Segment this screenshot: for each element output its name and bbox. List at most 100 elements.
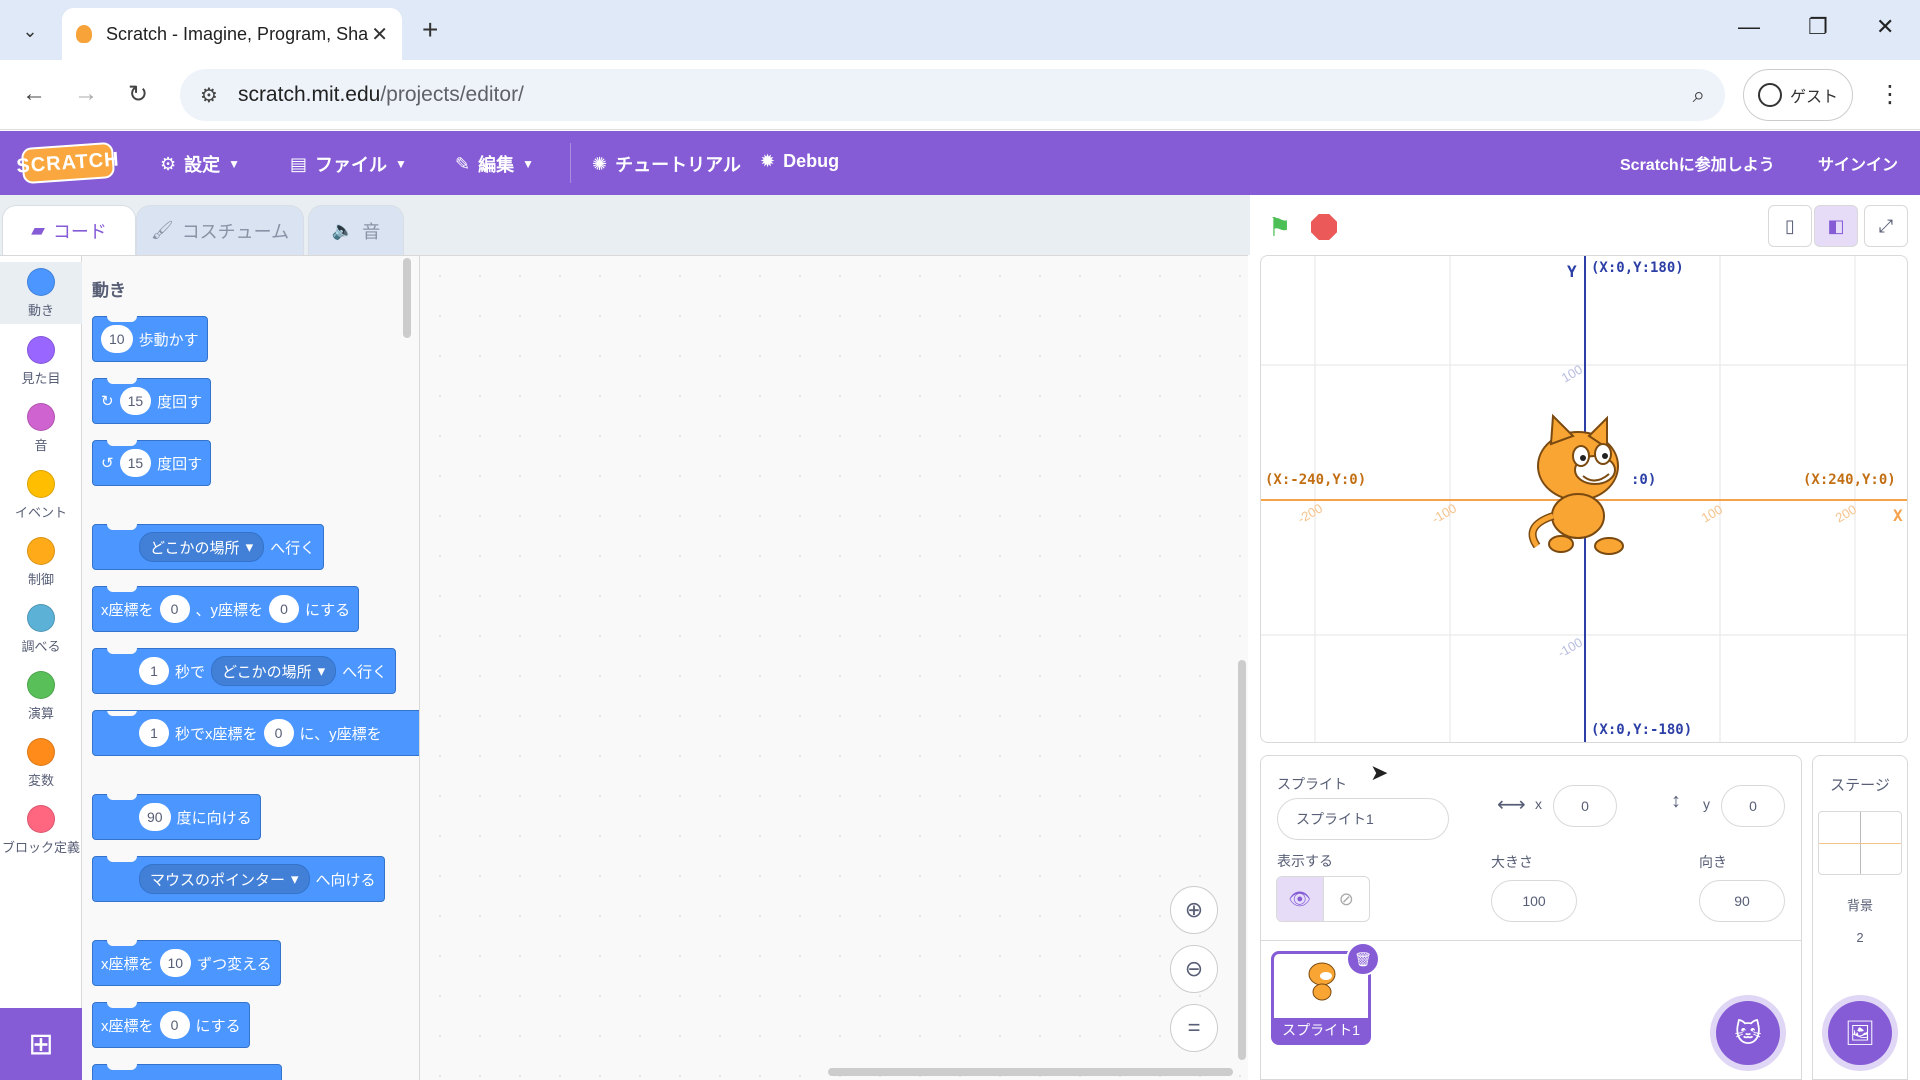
- new-tab-button[interactable]: +: [422, 14, 438, 46]
- zoom-in-icon[interactable]: ⊕: [1170, 886, 1218, 934]
- category-sound[interactable]: 音: [0, 397, 82, 454]
- x-field[interactable]: 0: [1553, 785, 1617, 827]
- zoom-icon[interactable]: ⌕: [1693, 82, 1705, 108]
- workspace-vertical-scrollbar[interactable]: [1238, 660, 1246, 1060]
- reset-zoom-icon[interactable]: =: [1170, 1004, 1218, 1052]
- glide-to-block[interactable]: 1 秒で どこかの場所 ▾ へ行く: [92, 648, 397, 694]
- point-towards-block[interactable]: マウスのポインター ▾ へ向ける: [92, 856, 385, 902]
- category-operators[interactable]: 演算: [0, 665, 82, 722]
- x-input[interactable]: 0: [263, 719, 294, 747]
- goto-block[interactable]: どこかの場所 ▾ へ行く: [92, 524, 325, 570]
- category-my-blocks[interactable]: ブロック定義: [0, 799, 82, 856]
- category-sensing[interactable]: 調べる: [0, 598, 82, 655]
- tutorials-button[interactable]: ✺ チュートリアル: [592, 151, 741, 177]
- stage-canvas[interactable]: Y (X:0,Y:180) (X:0,Y:-180) (X:-240,Y:0) …: [1260, 255, 1908, 743]
- green-flag-icon[interactable]: ⚑: [1268, 212, 1291, 243]
- goto-xy-block[interactable]: x座標を 0 、y座標を 0 にする: [92, 586, 360, 632]
- turn-right-block[interactable]: ↻ 15 度回す: [92, 378, 212, 424]
- x-change-input[interactable]: 10: [159, 949, 192, 977]
- y-field[interactable]: 0: [1721, 785, 1785, 827]
- palette-scrollbar[interactable]: [403, 258, 411, 338]
- close-window-icon[interactable]: ✕: [1876, 14, 1894, 40]
- hide-eye-icon[interactable]: ⊘: [1324, 877, 1370, 921]
- site-info-icon[interactable]: ⚙: [200, 83, 218, 108]
- degrees-input[interactable]: 15: [119, 449, 152, 477]
- sprite-name-field[interactable]: スプライト1: [1277, 798, 1449, 840]
- point-direction-block[interactable]: 90 度に向ける: [92, 794, 261, 840]
- direction-field[interactable]: 90: [1699, 880, 1785, 922]
- restore-icon[interactable]: ❐: [1808, 14, 1828, 40]
- change-x-block[interactable]: x座標を 10 ずつ変える: [92, 940, 281, 986]
- reload-icon[interactable]: ↻: [128, 80, 148, 109]
- category-events[interactable]: イベント: [0, 464, 82, 521]
- gear-icon: ⚙: [160, 153, 177, 174]
- y-label: y: [1703, 796, 1710, 812]
- steps-input[interactable]: 10: [101, 325, 133, 353]
- zoom-out-icon[interactable]: ⊖: [1170, 945, 1218, 993]
- next-block-partial[interactable]: [92, 1064, 282, 1080]
- browser-menu-icon[interactable]: ⋮: [1878, 80, 1902, 109]
- tab-sounds[interactable]: 🔈 音: [308, 205, 404, 255]
- tab-code[interactable]: ▰ コード: [2, 205, 136, 255]
- category-control[interactable]: 制御: [0, 531, 82, 588]
- add-sprite-button[interactable]: 🐱: [1716, 1001, 1780, 1065]
- browser-tab[interactable]: Scratch - Imagine, Program, Sha ✕: [62, 8, 402, 60]
- glide-target-dropdown[interactable]: どこかの場所 ▾: [211, 656, 337, 686]
- scratch-logo[interactable]: SCRATCH: [16, 141, 120, 185]
- category-looks[interactable]: 見た目: [0, 330, 82, 387]
- set-x-block[interactable]: x座標を 0 にする: [92, 1002, 250, 1048]
- tab-costumes[interactable]: 🖌 コスチューム: [136, 205, 304, 255]
- forward-icon[interactable]: →: [74, 80, 98, 108]
- debug-button[interactable]: ✹ Debug: [760, 151, 839, 172]
- direction-input[interactable]: 90: [139, 803, 171, 831]
- direction-label: 向き: [1699, 854, 1727, 870]
- motion-dot-icon: [27, 268, 55, 296]
- tab-search-button[interactable]: ⌄: [10, 14, 50, 48]
- back-icon[interactable]: ←: [22, 80, 46, 108]
- y-input[interactable]: 0: [269, 595, 300, 623]
- normal-stage-button[interactable]: ◧: [1814, 205, 1858, 247]
- sprite-thumbnail[interactable]: スプライト1 🗑: [1271, 942, 1380, 1045]
- x-input[interactable]: 0: [159, 1011, 190, 1039]
- fullscreen-icon: ⤢: [1878, 215, 1894, 236]
- seconds-input[interactable]: 1: [139, 719, 169, 747]
- fullscreen-button[interactable]: ⤢: [1864, 205, 1908, 247]
- size-field[interactable]: 100: [1491, 880, 1577, 922]
- settings-menu[interactable]: ⚙ 設定 ▼: [160, 151, 240, 177]
- join-scratch-link[interactable]: Scratchに参加しよう: [1620, 151, 1775, 175]
- sign-in-link[interactable]: サインイン: [1818, 151, 1898, 175]
- show-eye-icon[interactable]: 👁: [1277, 877, 1324, 921]
- edit-menu[interactable]: ✎ 編集 ▼: [455, 151, 534, 177]
- add-backdrop-button[interactable]: 🖼: [1828, 1001, 1892, 1065]
- x-input[interactable]: 0: [159, 595, 190, 623]
- category-variables[interactable]: 変数: [0, 732, 82, 789]
- small-stage-button[interactable]: ▯: [1768, 205, 1812, 247]
- add-extension-button[interactable]: ⊞: [0, 1008, 82, 1080]
- stage-thumbnail[interactable]: [1818, 811, 1902, 875]
- scratch-menu-bar: SCRATCH ⚙ 設定 ▼ ▤ ファイル ▼ ✎ 編集 ▼ ✺ チュートリアル…: [0, 131, 1920, 195]
- seconds-input[interactable]: 1: [139, 657, 169, 685]
- block-text: にする: [195, 1017, 241, 1035]
- file-menu[interactable]: ▤ ファイル ▼: [290, 151, 407, 177]
- workspace-horizontal-scrollbar[interactable]: [828, 1068, 1233, 1076]
- stage-selector[interactable]: ステージ 背景 2 🖼: [1812, 755, 1908, 1080]
- delete-sprite-icon[interactable]: 🗑: [1346, 942, 1380, 976]
- block-palette: 動き 10 歩動かす ↻ 15 度回す ↺ 15 度回す どこかの場所 ▾ へ行く…: [82, 255, 420, 1080]
- menu-divider: [570, 143, 571, 183]
- point-target-dropdown[interactable]: マウスのポインター ▾: [139, 864, 310, 894]
- move-steps-block[interactable]: 10 歩動かす: [92, 316, 208, 362]
- degrees-input[interactable]: 15: [119, 387, 152, 415]
- profile-button[interactable]: ゲスト: [1743, 69, 1853, 121]
- scratch-favicon-icon: [76, 25, 92, 43]
- minimize-icon[interactable]: —: [1738, 14, 1760, 40]
- glide-xy-block[interactable]: 1 秒でx座標を 0 に、y座標を: [92, 710, 419, 756]
- url-field[interactable]: ⚙ scratch.mit.edu/projects/editor/ ⌕: [180, 69, 1725, 121]
- category-motion[interactable]: 動き: [0, 262, 82, 324]
- code-workspace[interactable]: ⊕ ⊖ =: [420, 255, 1248, 1080]
- stop-icon[interactable]: [1311, 214, 1337, 240]
- close-tab-icon[interactable]: ✕: [371, 22, 388, 47]
- x-axis-label: X: [1893, 506, 1903, 525]
- turn-left-block[interactable]: ↺ 15 度回す: [92, 440, 212, 486]
- block-text: 歩動かす: [138, 331, 199, 349]
- goto-target-dropdown[interactable]: どこかの場所 ▾: [139, 532, 265, 562]
